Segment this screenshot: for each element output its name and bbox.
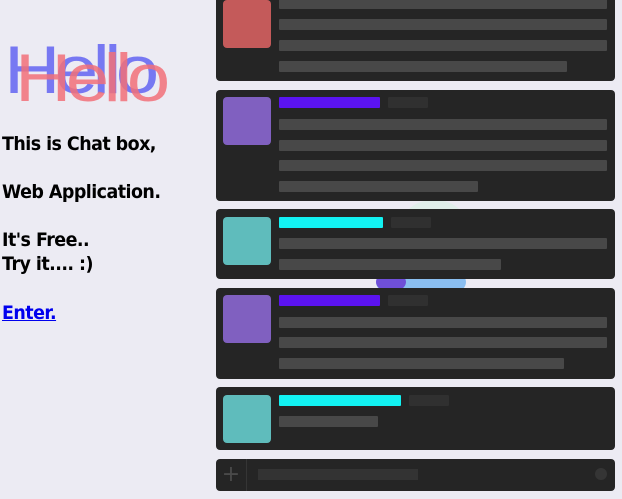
message-card[interactable]	[216, 387, 615, 450]
message-line	[279, 259, 501, 270]
username-bar	[279, 295, 380, 306]
hero-panel: Hello Hello This is Chat box, Web Applic…	[0, 0, 212, 499]
username-bar	[279, 97, 380, 108]
message-line	[279, 40, 607, 51]
message-line	[279, 181, 478, 192]
timestamp-bar	[388, 295, 428, 306]
timestamp-bar	[391, 217, 431, 228]
message-card[interactable]	[216, 288, 615, 379]
message-card[interactable]	[216, 90, 615, 201]
plus-icon[interactable]: +	[216, 459, 247, 491]
message-card[interactable]	[216, 209, 615, 279]
avatar	[223, 0, 271, 48]
tagline-line-4: Try it.... :)	[2, 253, 93, 275]
chat-preview: +	[216, 0, 615, 499]
message-line	[279, 358, 564, 369]
tagline-line-2: Web Application.	[2, 181, 161, 203]
emoji-icon[interactable]	[595, 468, 607, 480]
message-line	[279, 19, 607, 30]
message-line	[279, 238, 607, 249]
message-line	[279, 416, 378, 427]
message-composer: +	[216, 459, 615, 491]
timestamp-bar	[409, 395, 449, 406]
message-line	[279, 140, 607, 151]
username-bar	[279, 217, 383, 228]
avatar	[223, 217, 271, 265]
message-line	[279, 119, 607, 130]
timestamp-bar	[388, 97, 428, 108]
message-line	[279, 337, 607, 348]
message-line	[279, 61, 567, 72]
tagline-line-1: This is Chat box,	[2, 133, 156, 155]
message-card[interactable]	[216, 0, 615, 81]
message-input[interactable]	[258, 469, 418, 480]
username-bar	[279, 395, 401, 406]
avatar	[223, 295, 271, 343]
message-line	[279, 317, 607, 328]
tagline-line-3: It's Free..	[2, 229, 90, 251]
message-line	[279, 0, 607, 9]
hello-logo: Hello Hello	[4, 30, 212, 125]
enter-link[interactable]: Enter.	[2, 302, 57, 324]
avatar	[223, 395, 271, 443]
avatar	[223, 97, 271, 145]
hello-text-red: Hello	[15, 40, 170, 116]
message-line	[279, 160, 607, 171]
